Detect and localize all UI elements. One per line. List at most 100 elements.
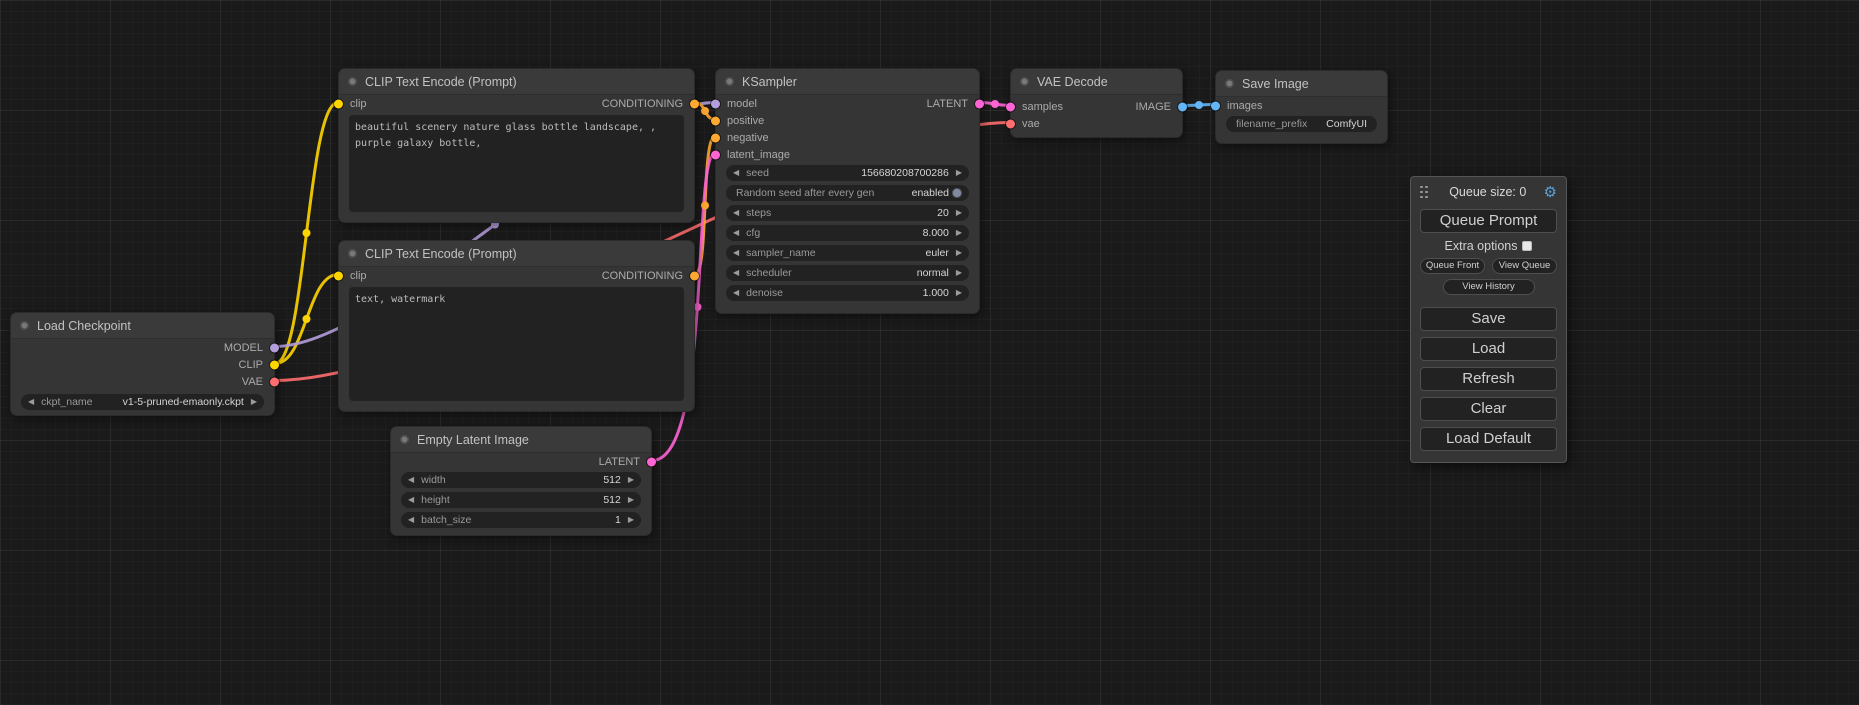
batch-size-number-widget[interactable]: ◀ batch_size 1 ▶ (401, 512, 641, 528)
images-input-port[interactable] (1211, 101, 1220, 110)
drag-handle-icon[interactable] (1420, 186, 1428, 199)
node-ksampler[interactable]: KSampler model LATENT positive negative … (715, 68, 980, 314)
steps-number-widget[interactable]: ◀ steps 20 ▶ (726, 205, 969, 221)
slot-label: MODEL (224, 342, 263, 354)
positive-input-port[interactable] (711, 116, 720, 125)
slot-label: negative (727, 132, 769, 144)
conditioning-output-port[interactable] (690, 271, 699, 280)
samples-input-port[interactable] (1006, 102, 1015, 111)
widget-value: euler (925, 247, 948, 259)
slot-row: negative (716, 129, 979, 146)
collapse-toggle-icon[interactable] (1225, 79, 1234, 88)
node-empty-latent-image[interactable]: Empty Latent Image LATENT ◀ width 512 ▶ … (390, 426, 652, 536)
image-output-port[interactable] (1178, 102, 1187, 111)
refresh-button[interactable]: Refresh (1420, 367, 1557, 391)
node-title-bar[interactable]: CLIP Text Encode (Prompt) (339, 69, 694, 95)
load-button[interactable]: Load (1420, 337, 1557, 361)
seed-number-widget[interactable]: ◀ seed 156680208700286 ▶ (726, 165, 969, 181)
node-save-image[interactable]: Save Image images filename_prefix ComfyU… (1215, 70, 1388, 144)
increment-icon[interactable]: ▶ (628, 496, 634, 504)
node-title-bar[interactable]: Load Checkpoint (11, 313, 274, 339)
decrement-icon[interactable]: ◀ (733, 289, 739, 297)
node-title-bar[interactable]: Empty Latent Image (391, 427, 651, 453)
decrement-icon[interactable]: ◀ (408, 476, 414, 484)
widget-value: 20 (937, 207, 949, 219)
ckpt-name-combo-widget[interactable]: ◀ ckpt_name v1-5-pruned-emaonly.ckpt ▶ (21, 394, 264, 410)
increment-icon[interactable]: ▶ (956, 169, 962, 177)
view-queue-button[interactable]: View Queue (1492, 258, 1557, 274)
load-default-button[interactable]: Load Default (1420, 427, 1557, 451)
node-title: CLIP Text Encode (Prompt) (365, 75, 517, 89)
decrement-icon[interactable]: ◀ (733, 229, 739, 237)
node-title-bar[interactable]: KSampler (716, 69, 979, 95)
filename-prefix-text-widget[interactable]: filename_prefix ComfyUI (1226, 116, 1377, 132)
collapse-toggle-icon[interactable] (400, 435, 409, 444)
collapse-toggle-icon[interactable] (725, 77, 734, 86)
increment-icon[interactable]: ▶ (628, 476, 634, 484)
link-midpoint-dot (1195, 101, 1203, 109)
negative-input-port[interactable] (711, 133, 720, 142)
clear-button[interactable]: Clear (1420, 397, 1557, 421)
width-number-widget[interactable]: ◀ width 512 ▶ (401, 472, 641, 488)
node-load-checkpoint[interactable]: Load Checkpoint MODEL CLIP VAE ◀ ckpt_na… (10, 312, 275, 416)
latent-output-port[interactable] (647, 457, 656, 466)
queue-prompt-button[interactable]: Queue Prompt (1420, 209, 1557, 233)
collapse-toggle-icon[interactable] (348, 249, 357, 258)
cfg-number-widget[interactable]: ◀ cfg 8.000 ▶ (726, 225, 969, 241)
denoise-number-widget[interactable]: ◀ denoise 1.000 ▶ (726, 285, 969, 301)
increment-icon[interactable]: ▶ (956, 229, 962, 237)
decrement-icon[interactable]: ◀ (733, 209, 739, 217)
clip-input-port[interactable] (334, 271, 343, 280)
queue-front-button[interactable]: Queue Front (1420, 258, 1485, 274)
increment-icon[interactable]: ▶ (956, 209, 962, 217)
toggle-knob-icon[interactable] (952, 188, 962, 198)
combo-prev-icon[interactable]: ◀ (28, 398, 34, 406)
conditioning-output-port[interactable] (690, 99, 699, 108)
prompt-textarea[interactable]: beautiful scenery nature glass bottle la… (349, 115, 684, 212)
extra-options-checkbox[interactable] (1522, 241, 1532, 251)
vae-input-port[interactable] (1006, 119, 1015, 128)
vae-output-port[interactable] (270, 377, 279, 386)
slot-label: positive (727, 115, 764, 127)
latent-image-input-port[interactable] (711, 150, 720, 159)
sampler-name-combo-widget[interactable]: ◀ sampler_name euler ▶ (726, 245, 969, 261)
combo-prev-icon[interactable]: ◀ (733, 269, 739, 277)
node-title-bar[interactable]: CLIP Text Encode (Prompt) (339, 241, 694, 267)
combo-next-icon[interactable]: ▶ (956, 269, 962, 277)
decrement-icon[interactable]: ◀ (408, 496, 414, 504)
node-clip-text-encode-positive[interactable]: CLIP Text Encode (Prompt) clip CONDITION… (338, 68, 695, 223)
slot-label: CONDITIONING (602, 270, 683, 282)
slot-label: samples (1022, 101, 1063, 113)
node-title-bar[interactable]: Save Image (1216, 71, 1387, 97)
collapse-toggle-icon[interactable] (1020, 77, 1029, 86)
increment-icon[interactable]: ▶ (628, 516, 634, 524)
view-history-button[interactable]: View History (1443, 279, 1535, 295)
increment-icon[interactable]: ▶ (956, 289, 962, 297)
queue-size-label: Queue size: 0 (1432, 185, 1544, 199)
slot-row: vae (1011, 115, 1182, 132)
height-number-widget[interactable]: ◀ height 512 ▶ (401, 492, 641, 508)
model-input-port[interactable] (711, 99, 720, 108)
clip-output-port[interactable] (270, 360, 279, 369)
decrement-icon[interactable]: ◀ (408, 516, 414, 524)
save-button[interactable]: Save (1420, 307, 1557, 331)
prompt-textarea[interactable]: text, watermark (349, 287, 684, 401)
link-midpoint-dot (303, 229, 311, 237)
random-seed-toggle-widget[interactable]: Random seed after every gen enabled (726, 185, 969, 201)
model-output-port[interactable] (270, 343, 279, 352)
decrement-icon[interactable]: ◀ (733, 169, 739, 177)
collapse-toggle-icon[interactable] (348, 77, 357, 86)
node-title-bar[interactable]: VAE Decode (1011, 69, 1182, 95)
combo-next-icon[interactable]: ▶ (251, 398, 257, 406)
clip-input-port[interactable] (334, 99, 343, 108)
combo-next-icon[interactable]: ▶ (956, 249, 962, 257)
latent-output-port[interactable] (975, 99, 984, 108)
node-vae-decode[interactable]: VAE Decode samples IMAGE vae (1010, 68, 1183, 138)
combo-prev-icon[interactable]: ◀ (733, 249, 739, 257)
node-clip-text-encode-negative[interactable]: CLIP Text Encode (Prompt) clip CONDITION… (338, 240, 695, 412)
scheduler-combo-widget[interactable]: ◀ scheduler normal ▶ (726, 265, 969, 281)
settings-gear-icon[interactable]: ⚙ (1544, 185, 1557, 200)
slot-row: samples IMAGE (1011, 98, 1182, 115)
collapse-toggle-icon[interactable] (20, 321, 29, 330)
node-graph-canvas[interactable]: Load Checkpoint MODEL CLIP VAE ◀ ckpt_na… (0, 0, 1859, 705)
